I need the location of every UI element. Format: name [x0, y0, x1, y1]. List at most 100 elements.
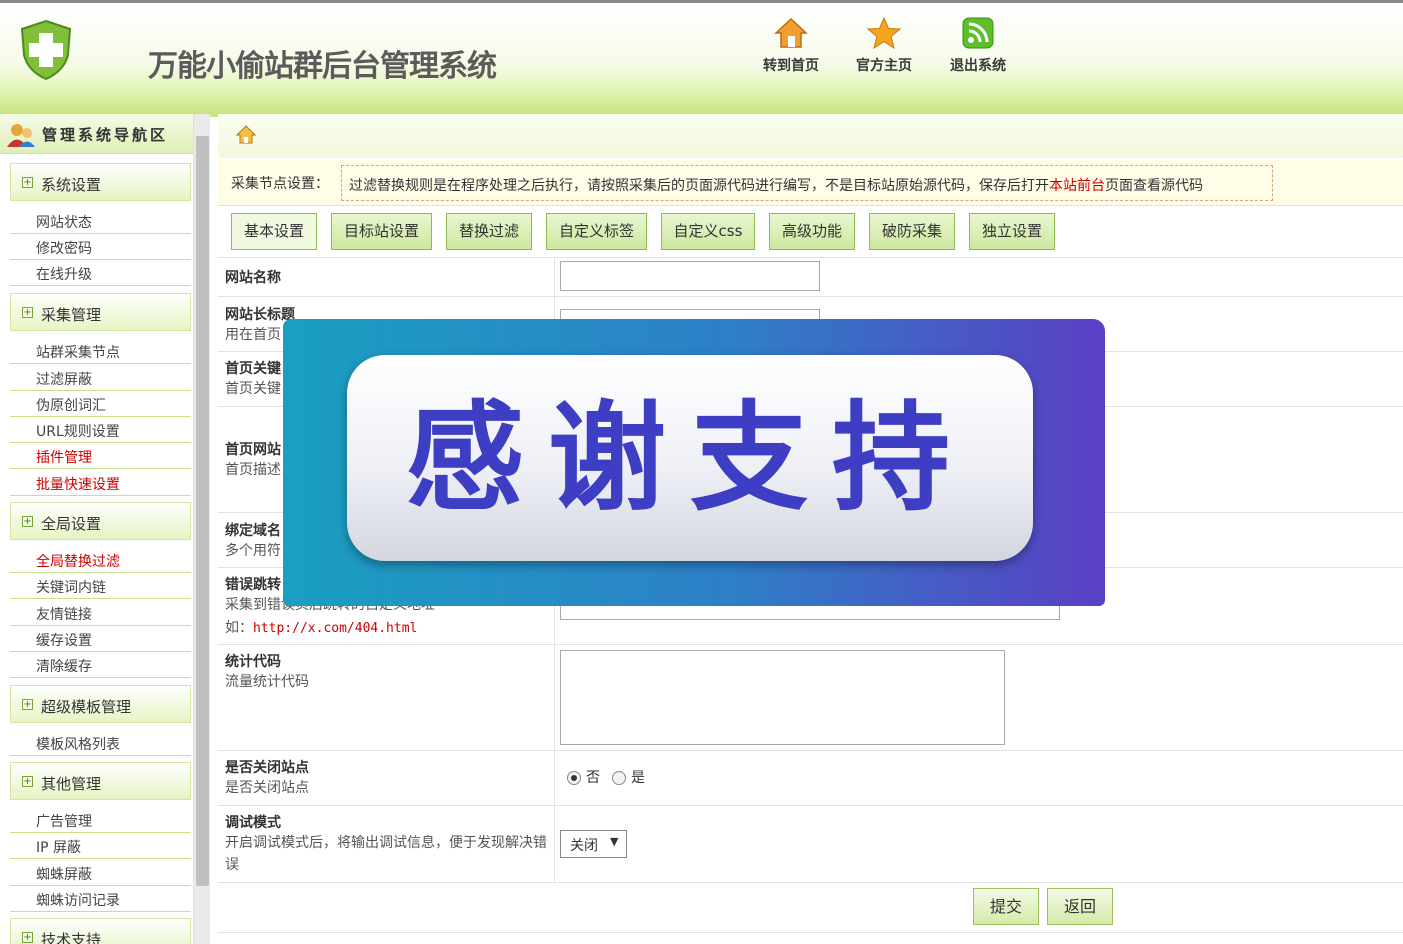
tab-advanced[interactable]: 高级功能	[769, 213, 855, 250]
group-label: 全局设置	[41, 515, 102, 533]
sidebar-scrollbar[interactable]	[193, 114, 210, 944]
tabs: 基本设置 目标站设置 替换过滤 自定义标签 自定义css 高级功能 破防采集 独…	[218, 206, 1403, 258]
field-label: 调试模式	[225, 815, 281, 831]
site-name-input[interactable]	[560, 261, 820, 291]
sidebar-group-other[interactable]: + 其他管理	[10, 762, 191, 800]
item-label: IP 屏蔽	[36, 840, 82, 856]
radio-no[interactable]	[567, 771, 581, 785]
sidebar-item-template-list[interactable]: 模板风格列表	[10, 730, 191, 756]
item-label: 全局替换过滤	[36, 554, 120, 570]
sidebar-item-plugins[interactable]: 插件管理	[10, 443, 191, 469]
group-label: 采集管理	[41, 306, 102, 324]
field-desc: 开启调试模式后，将输出调试信息，便于发现解决错误	[225, 835, 547, 873]
radio-yes-label: 是	[631, 770, 645, 786]
row-label-cell: 调试模式 开启调试模式后，将输出调试信息，便于发现解决错误	[218, 806, 555, 882]
shield-logo-icon	[20, 19, 72, 81]
sidebar-item-batch[interactable]: 批量快速设置	[10, 470, 191, 496]
submit-button[interactable]: 提交	[973, 888, 1039, 925]
expand-icon: +	[22, 932, 33, 943]
example-url: http://x.com/404.html	[253, 621, 418, 636]
sidebar-group-collect[interactable]: + 采集管理	[10, 293, 191, 331]
field-label: 网站名称	[225, 270, 281, 286]
tab-target[interactable]: 目标站设置	[331, 213, 432, 250]
sidebar-item-site-status[interactable]: 网站状态	[10, 208, 191, 234]
expand-icon: +	[22, 776, 33, 787]
sidebar-item-friend-links[interactable]: 友情链接	[10, 600, 191, 626]
header: 万能小偷站群后台管理系统 转到首页 官方主页 退出系统	[0, 0, 1403, 117]
header-shine	[0, 83, 1403, 117]
tab-independent[interactable]: 独立设置	[969, 213, 1055, 250]
item-label: URL规则设置	[36, 424, 120, 440]
sidebar-item-filter[interactable]: 过滤屏蔽	[10, 365, 191, 391]
row-debug: 调试模式 开启调试模式后，将输出调试信息，便于发现解决错误 关闭 ▼	[218, 806, 1403, 883]
tab-basic[interactable]: 基本设置	[231, 213, 317, 250]
debug-select[interactable]: 关闭 ▼	[560, 830, 627, 858]
row-label-cell: 统计代码 流量统计代码	[218, 645, 555, 750]
example-prefix: 如：	[225, 620, 253, 636]
nav-official-button[interactable]: 官方主页	[845, 17, 923, 75]
item-label: 模板风格列表	[36, 737, 120, 753]
tab-anti-block[interactable]: 破防采集	[869, 213, 955, 250]
frontend-link[interactable]: 本站前台	[1049, 178, 1105, 194]
sidebar-group-support[interactable]: + 技术支持	[10, 918, 191, 944]
sidebar-group-templates[interactable]: + 超级模板管理	[10, 685, 191, 723]
users-icon	[7, 124, 35, 147]
tip-bar: 采集节点设置： 过滤替换规则是在程序处理之后执行，请按照采集后的页面源代码进行编…	[218, 160, 1403, 206]
rss-icon	[962, 17, 994, 49]
sidebar-item-ads[interactable]: 广告管理	[10, 807, 191, 833]
item-label: 过滤屏蔽	[36, 372, 92, 388]
tab-custom-tags[interactable]: 自定义标签	[546, 213, 647, 250]
item-label: 蜘蛛访问记录	[36, 893, 120, 909]
tab-replace[interactable]: 替换过滤	[446, 213, 532, 250]
select-value: 关闭	[570, 838, 598, 854]
expand-icon: +	[22, 307, 33, 318]
tip-label: 采集节点设置：	[231, 176, 329, 192]
nav-logout-label: 退出系统	[950, 58, 1006, 74]
field-label: 首页关键	[225, 361, 281, 377]
nav-home-label: 转到首页	[763, 58, 819, 74]
tip-text-end: 页面查看源代码	[1105, 178, 1203, 194]
row-actions: 提交 返回	[218, 883, 1403, 933]
field-label: 统计代码	[225, 654, 281, 670]
sidebar-item-change-password[interactable]: 修改密码	[10, 234, 191, 260]
scrollbar-thumb[interactable]	[196, 136, 209, 886]
star-icon	[867, 17, 901, 49]
sidebar-item-nodes[interactable]: 站群采集节点	[10, 338, 191, 364]
group-label: 系统设置	[41, 176, 102, 194]
sidebar-group-global[interactable]: + 全局设置	[10, 502, 191, 540]
group-label: 超级模板管理	[41, 698, 132, 716]
sidebar-item-spider-block[interactable]: 蜘蛛屏蔽	[10, 860, 191, 886]
sidebar-item-keyword-links[interactable]: 关键词内链	[10, 573, 191, 599]
radio-no-label: 否	[586, 770, 600, 786]
nav-official-label: 官方主页	[856, 58, 912, 74]
banner-text: 感谢支持	[405, 389, 974, 527]
tab-custom-css[interactable]: 自定义css	[661, 213, 755, 250]
item-label: 关键词内链	[36, 580, 106, 596]
group-label: 技术支持	[41, 931, 102, 944]
item-label: 批量快速设置	[36, 477, 120, 493]
sidebar-group-system[interactable]: + 系统设置	[10, 163, 191, 201]
radio-yes[interactable]	[612, 771, 626, 785]
sidebar: 管理系统导航区 + 系统设置 网站状态 修改密码 在线升级 + 采集管理 站群采…	[0, 114, 195, 944]
sidebar-item-url-rules[interactable]: URL规则设置	[10, 417, 191, 443]
sidebar-item-spider-log[interactable]: 蜘蛛访问记录	[10, 886, 191, 912]
sidebar-item-clear-cache[interactable]: 清除缓存	[10, 652, 191, 678]
back-button[interactable]: 返回	[1047, 888, 1113, 925]
sidebar-item-upgrade[interactable]: 在线升级	[10, 260, 191, 286]
stats-code-textarea[interactable]	[560, 650, 1005, 745]
sidebar-item-ip-block[interactable]: IP 屏蔽	[10, 833, 191, 859]
app-title: 万能小偷站群后台管理系统	[148, 49, 497, 84]
sidebar-item-pseudo-words[interactable]: 伪原创词汇	[10, 391, 191, 417]
sidebar-title: 管理系统导航区	[42, 126, 169, 144]
sidebar-item-cache-settings[interactable]: 缓存设置	[10, 626, 191, 652]
nav-home-button[interactable]: 转到首页	[752, 17, 830, 75]
item-label: 蜘蛛屏蔽	[36, 867, 92, 883]
nav-logout-button[interactable]: 退出系统	[939, 17, 1017, 75]
tip-message: 过滤替换规则是在程序处理之后执行，请按照采集后的页面源代码进行编写，不是目标站原…	[341, 165, 1273, 201]
field-label: 绑定域名	[225, 523, 281, 539]
field-desc: 是否关闭站点	[225, 780, 309, 796]
sidebar-item-global-replace[interactable]: 全局替换过滤	[10, 547, 191, 573]
chevron-down-icon: ▼	[610, 835, 619, 848]
item-label: 缓存设置	[36, 633, 92, 649]
home-icon[interactable]	[236, 125, 256, 145]
